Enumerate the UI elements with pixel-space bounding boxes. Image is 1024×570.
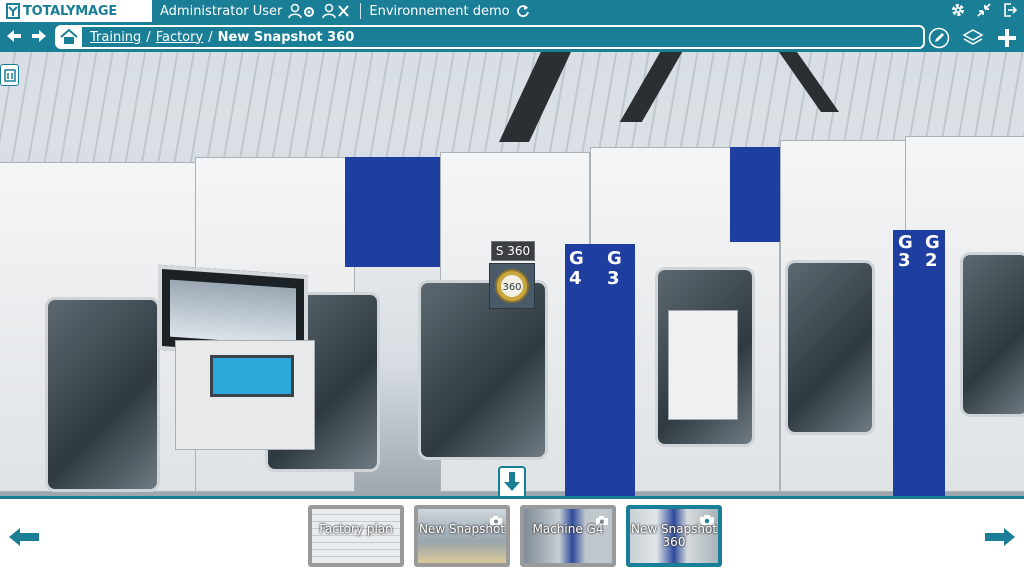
collapse-icon[interactable] — [976, 2, 992, 22]
thumbnail-new-snapshot-360[interactable]: New Snapshot 360 — [626, 505, 722, 567]
arrow-down-icon — [504, 472, 520, 491]
thumbnail-new-snapshot[interactable]: New Snapshot — [414, 505, 510, 567]
user-name[interactable]: Administrator User — [160, 4, 282, 19]
thumbnail-label: New Snapshot — [418, 522, 506, 536]
machine-window — [45, 297, 160, 492]
thumbnail-image — [312, 509, 400, 563]
panel-number: 2 — [925, 250, 938, 271]
home-icon[interactable] — [56, 27, 82, 47]
breadcrumb-training[interactable]: Training — [90, 30, 141, 45]
panel-number: 3 — [898, 250, 911, 271]
thumbnail-factory-plan[interactable]: Factory plan — [308, 505, 404, 567]
blue-panel-g3-g2: G 3 G 2 — [893, 230, 945, 496]
brand-name: TOTALYMAGE — [23, 3, 118, 19]
brand-logo[interactable]: TOTALYMAGE — [0, 0, 152, 22]
snapshot-360-icon: 360 — [495, 269, 529, 303]
blue-panel-g4-g3: G 4 G 3 — [565, 244, 635, 496]
environment-name[interactable]: Environnement demo — [369, 4, 509, 19]
edit-icon[interactable] — [928, 27, 950, 53]
refresh-icon[interactable] — [516, 4, 530, 18]
next-arrow-icon[interactable] — [984, 527, 1016, 551]
brand-logo-icon — [6, 3, 20, 19]
breadcrumb: Training / Factory / New Snapshot 360 — [55, 25, 925, 49]
blue-panel — [345, 157, 440, 267]
thumbnail-strip: Factory plan New Snapshot Machine G4 New… — [0, 499, 1024, 570]
snapshot-360-hotspot[interactable]: 360 — [489, 263, 535, 309]
panel-number: 3 — [607, 268, 620, 289]
top-bar: TOTALYMAGE Administrator User Environnem… — [0, 0, 1024, 22]
nav-bar: Training / Factory / New Snapshot 360 — [0, 22, 1024, 52]
exit-icon[interactable] — [1002, 2, 1018, 22]
breadcrumb-factory[interactable]: Factory — [156, 30, 204, 45]
panorama-viewer[interactable]: G 4 G 3 G 3 G 2 S 360 360 — [0, 52, 1024, 496]
arrow-left-icon[interactable] — [6, 28, 22, 48]
control-box — [668, 310, 738, 420]
toggle-thumbnails-button[interactable] — [498, 466, 526, 496]
breadcrumb-separator: / — [146, 29, 151, 45]
thumbnail-label: Machine G4 — [532, 522, 604, 536]
previous-arrow-icon[interactable] — [8, 527, 40, 551]
building-icon — [3, 69, 16, 82]
panel-letter: G — [607, 248, 622, 269]
breadcrumb-current: New Snapshot 360 — [217, 29, 355, 45]
machine-window — [785, 260, 875, 435]
plus-icon[interactable] — [996, 27, 1018, 53]
side-panel-toggle[interactable] — [0, 64, 19, 86]
hmi-terminal — [175, 340, 315, 450]
arrow-right-icon[interactable] — [31, 28, 47, 48]
user-settings-icon[interactable] — [288, 3, 316, 19]
svg-text:360: 360 — [502, 282, 521, 293]
blue-panel — [730, 147, 780, 242]
user-logout-icon[interactable] — [322, 3, 350, 19]
machine-window — [960, 252, 1024, 417]
layers-icon[interactable] — [962, 28, 984, 52]
gear-icon[interactable] — [950, 2, 966, 22]
thumbnail-machine-g4[interactable]: Machine G4 — [520, 505, 616, 567]
hotspot-label: S 360 — [491, 241, 535, 261]
thumbnail-label: New Snapshot 360 — [630, 522, 718, 549]
panel-letter: G — [569, 248, 584, 269]
thumbnail-list: Factory plan New Snapshot Machine G4 New… — [308, 505, 722, 567]
breadcrumb-separator: / — [208, 29, 213, 45]
thumbnail-label: Factory plan — [319, 522, 393, 536]
top-separator — [360, 3, 362, 19]
panel-number: 4 — [569, 268, 582, 289]
